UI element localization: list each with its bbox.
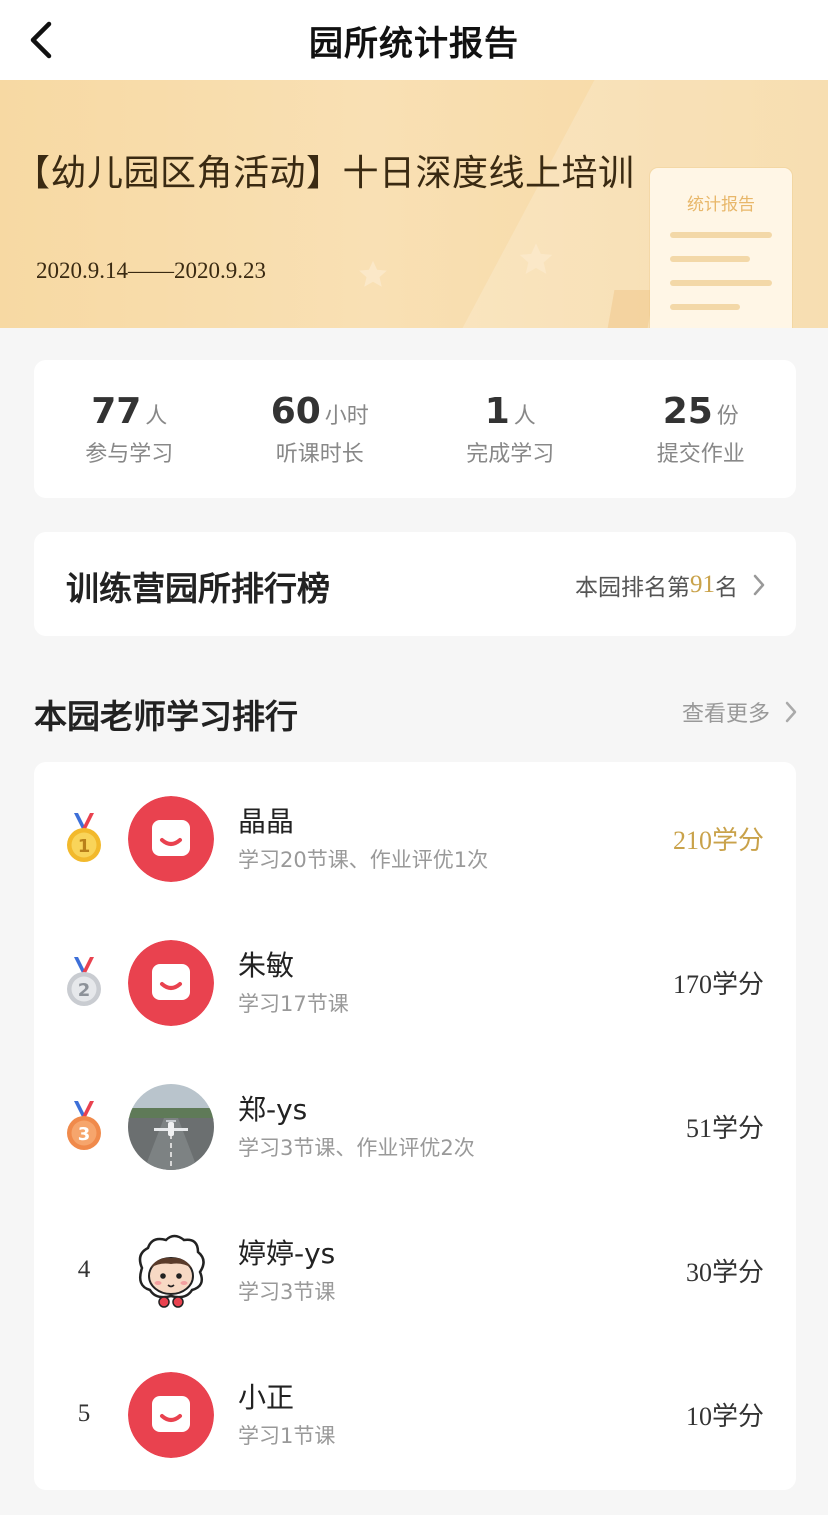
- school-ranking-link[interactable]: 训练营园所排行榜 本园排名第 91 名: [34, 532, 796, 636]
- star-icon: [359, 260, 387, 287]
- teacher-name: 小正: [238, 1381, 295, 1414]
- teacher-score: 210学分: [672, 826, 764, 855]
- section-title: 本园老师学习排行: [34, 697, 298, 736]
- list-item[interactable]: 3 郑-ys 学习3节课、作业评优2次 51学分: [34, 1050, 796, 1194]
- teacher-name: 晶晶: [238, 805, 295, 838]
- teacher-score: 170学分: [672, 970, 764, 999]
- list-item[interactable]: 4 婷婷-ys 学习3节课 30学分: [34, 1194, 796, 1338]
- school-rank: 本园排名第 91 名: [575, 568, 766, 602]
- cartoon-sheep-avatar: [128, 1228, 214, 1314]
- avatar[interactable]: [128, 796, 214, 882]
- report-illustration: 统计报告: [650, 168, 792, 328]
- stat-homework: 25 份 提交作业: [656, 390, 745, 467]
- view-more-link[interactable]: 查看更多: [682, 696, 798, 728]
- avatar[interactable]: [128, 1228, 214, 1314]
- svg-text:2: 2: [78, 980, 91, 1001]
- course-banner: 【幼儿园区角活动】十日深度线上培训 2020.9.14——2020.9.23 统…: [0, 80, 828, 328]
- list-item[interactable]: 2 朱敏 学习17节课 170学分: [34, 906, 796, 1050]
- stat-listening-hours: 60 小时 听课时长: [270, 390, 369, 467]
- silver-medal-icon: 2: [58, 954, 110, 1010]
- teacher-ranking-list: 1 晶晶 学习20节课、作业评优1次 210学分 2 朱敏 学习17节课 170…: [34, 762, 796, 1490]
- teacher-name: 朱敏: [238, 949, 295, 982]
- rank-number: 5: [77, 1400, 91, 1427]
- report-card-label: 统计报告: [687, 195, 755, 215]
- avatar[interactable]: [128, 1084, 214, 1170]
- teacher-summary: 学习17节课: [238, 992, 349, 1016]
- top-bar: 园所统计报告: [0, 0, 828, 80]
- avatar[interactable]: [128, 1372, 214, 1458]
- teacher-score: 10学分: [685, 1402, 764, 1431]
- page-title: 园所统计报告: [309, 23, 519, 64]
- rank-number: 4: [77, 1256, 91, 1283]
- teacher-name: 郑-ys: [238, 1093, 308, 1126]
- teacher-summary: 学习3节课: [238, 1280, 336, 1304]
- back-button[interactable]: [14, 14, 66, 66]
- list-item[interactable]: 1 晶晶 学习20节课、作业评优1次 210学分: [34, 762, 796, 906]
- chevron-right-icon: [753, 574, 765, 596]
- teacher-score: 30学分: [685, 1258, 764, 1287]
- stat-participants: 77 人 参与学习: [85, 390, 174, 467]
- gold-medal-icon: 1: [58, 810, 110, 866]
- stats-card: 77 人 参与学习 60 小时 听课时长 1人 完成学习 25 份 提交作业: [34, 360, 796, 498]
- stat-completed: 1人 完成学习: [466, 390, 555, 467]
- chevron-left-icon: [30, 21, 52, 59]
- school-rank-number: 91: [690, 571, 715, 598]
- avatar[interactable]: [128, 940, 214, 1026]
- course-date-range: 2020.9.14——2020.9.23: [36, 258, 266, 283]
- course-title: 【幼儿园区角活动】十日深度线上培训: [14, 153, 635, 194]
- teacher-summary: 学习1节课: [238, 1424, 336, 1448]
- svg-text:1: 1: [78, 836, 91, 857]
- ranking-board-title: 训练营园所排行榜: [66, 569, 330, 608]
- chevron-right-icon: [785, 701, 797, 723]
- teacher-name: 婷婷-ys: [238, 1237, 336, 1270]
- teacher-summary: 学习20节课、作业评优1次: [238, 848, 489, 872]
- list-item[interactable]: 5 小正 学习1节课 10学分: [34, 1338, 796, 1482]
- star-icon: [519, 243, 553, 274]
- airplane-photo: [128, 1084, 214, 1170]
- teacher-summary: 学习3节课、作业评优2次: [238, 1136, 475, 1160]
- teacher-score: 51学分: [685, 1114, 764, 1143]
- svg-text:3: 3: [78, 1124, 91, 1145]
- bronze-medal-icon: 3: [58, 1098, 110, 1154]
